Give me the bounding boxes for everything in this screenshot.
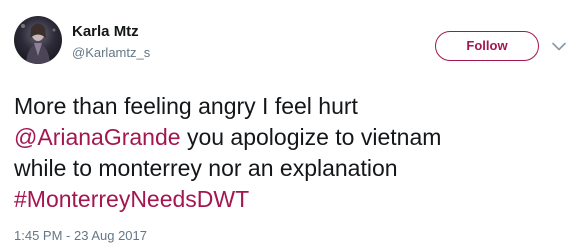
avatar[interactable]: [14, 16, 62, 64]
tweet-text-line3: while to monterrey nor an explanation: [14, 155, 398, 181]
tweet-text-line1: More than feeling angry I feel hurt: [14, 93, 358, 119]
hashtag-link[interactable]: #MonterreyNeedsDWT: [14, 186, 249, 212]
author-display-name[interactable]: Karla Mtz: [72, 22, 150, 41]
author-names: Karla Mtz @Karlamtz_s: [72, 22, 150, 62]
more-options-button[interactable]: [548, 35, 570, 57]
tweet-header: Karla Mtz @Karlamtz_s Follow: [14, 16, 569, 68]
tweet-card: Karla Mtz @Karlamtz_s Follow More than f…: [0, 0, 581, 252]
tweet-text: More than feeling angry I feel hurt @Aria…: [14, 91, 569, 215]
avatar-image: [21, 23, 56, 64]
follow-button[interactable]: Follow: [435, 31, 539, 61]
tweet-text-line2: you apologize to vietnam: [180, 124, 442, 150]
chevron-down-icon: [552, 42, 566, 50]
author-handle[interactable]: @Karlamtz_s: [72, 44, 150, 62]
mention-link[interactable]: @ArianaGrande: [14, 124, 181, 150]
tweet-timestamp[interactable]: 1:45 PM - 23 Aug 2017: [14, 228, 147, 244]
